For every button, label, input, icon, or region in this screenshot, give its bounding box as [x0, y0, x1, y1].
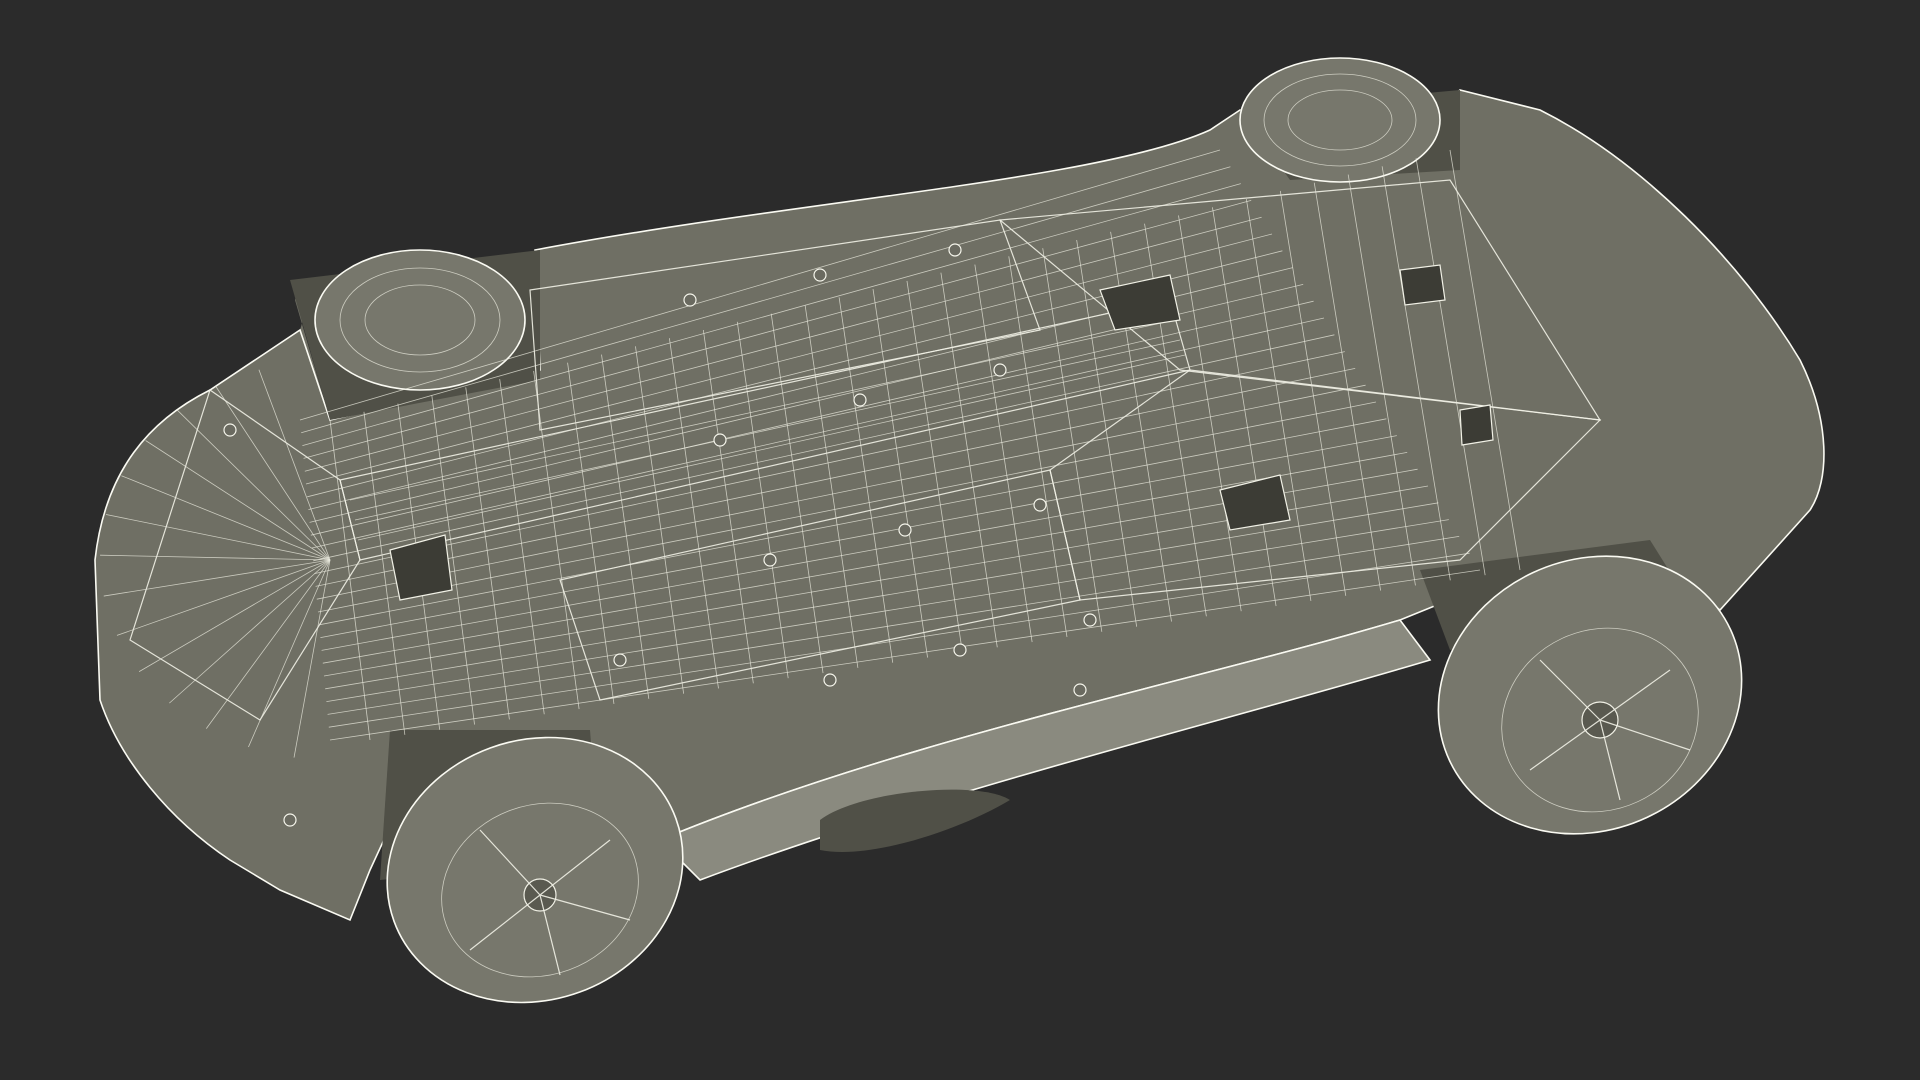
chassis-bolt: [823, 673, 837, 687]
chassis-bolt: [283, 813, 297, 827]
chassis-bolt: [1033, 498, 1047, 512]
chassis-bolt: [1083, 613, 1097, 627]
chassis-bolt: [953, 643, 967, 657]
chassis-bolt: [223, 423, 237, 437]
chassis-bolt: [853, 393, 867, 407]
chassis-bolt: [948, 243, 962, 257]
chassis-bolt: [713, 433, 727, 447]
chassis-bolt: [613, 653, 627, 667]
wheel-rear-left: [1239, 57, 1441, 183]
chassis-bolt: [813, 268, 827, 282]
chassis-bolt: [763, 553, 777, 567]
chassis-bolt: [683, 293, 697, 307]
wheel-front-left: [314, 249, 526, 391]
chassis-bolt: [898, 523, 912, 537]
render-viewport: [0, 0, 1920, 1080]
chassis-bolt: [993, 363, 1007, 377]
chassis-bolt: [1073, 683, 1087, 697]
wireframe-car-underside-render: [94, 57, 1825, 1004]
